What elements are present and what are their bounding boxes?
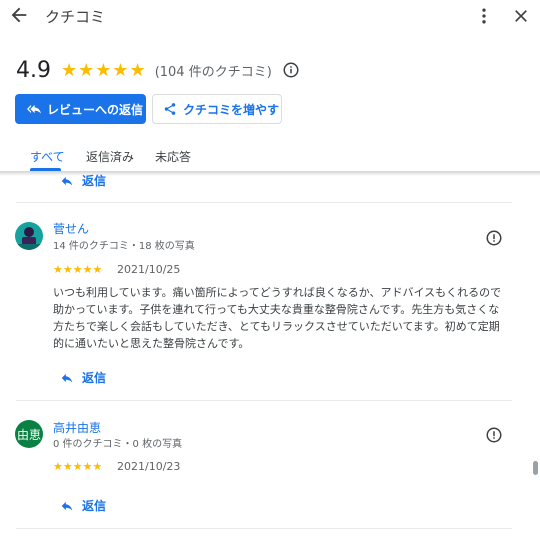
reply-button[interactable]: 返信 [60,172,106,189]
get-more-reviews-button[interactable]: クチコミを増やす [152,94,282,124]
reviewer-meta: 14 件のクチコミ・18 枚の写真 [53,241,195,252]
reply-all-icon [27,104,41,114]
arrow-back-icon[interactable] [8,4,30,26]
avatar-photo-icon [15,222,43,250]
tab-all[interactable]: すべて [30,148,65,165]
divider [16,528,512,529]
page-title: クチコミ [45,8,106,26]
reply-button[interactable]: 返信 [60,369,106,386]
reply-button[interactable]: 返信 [60,497,106,514]
reply-to-reviews-label: レビューへの返信 [47,102,144,117]
report-icon[interactable] [485,426,503,444]
reviewer-name[interactable]: 高井由恵 [53,419,101,436]
reply-to-reviews-button[interactable]: レビューへの返信 [15,94,146,124]
reply-icon [61,176,73,186]
more-vert-icon[interactable] [474,5,494,27]
close-icon[interactable] [511,6,531,26]
review-date: 2021/10/23 [117,460,181,473]
scrollbar[interactable] [533,461,538,475]
tab-unanswered[interactable]: 未応答 [155,148,191,165]
review-stars: ★★★★★ [53,460,103,473]
info-icon[interactable] [282,61,300,79]
top-bar: クチコミ [0,0,540,34]
review-text: いつも利用しています。痛い箇所によってどうすれば良くなるか、アドバイスもくれるの… [53,286,502,350]
reply-label: 返信 [82,174,107,188]
share-icon [164,103,176,115]
avatar[interactable] [15,222,43,250]
review-date: 2021/10/25 [117,263,181,276]
reply-icon [61,501,73,511]
reply-label: 返信 [82,371,107,385]
reply-label: 返信 [82,499,107,513]
average-rating: 4.9 [16,57,51,83]
divider [16,400,512,401]
get-more-reviews-label: クチコミを増やす [183,102,280,117]
review-count: (104 件のクチコミ) [154,64,272,80]
report-icon[interactable] [485,229,503,247]
review-stars: ★★★★★ [53,263,103,276]
rating-stars: ★★★★★ [61,59,147,81]
tab-replied[interactable]: 返信済み [86,148,134,165]
reviewer-name[interactable]: 菅せん [53,220,89,237]
reviewer-meta: 0 件のクチコミ・0 枚の写真 [53,439,183,450]
review-tabs: すべて 返信済み 未応答 [0,140,540,174]
avatar[interactable]: 由恵 [15,420,43,448]
rating-summary: 4.9 ★★★★★ (104 件のクチコミ) [16,56,300,84]
reply-icon [61,373,73,383]
divider [16,202,512,203]
